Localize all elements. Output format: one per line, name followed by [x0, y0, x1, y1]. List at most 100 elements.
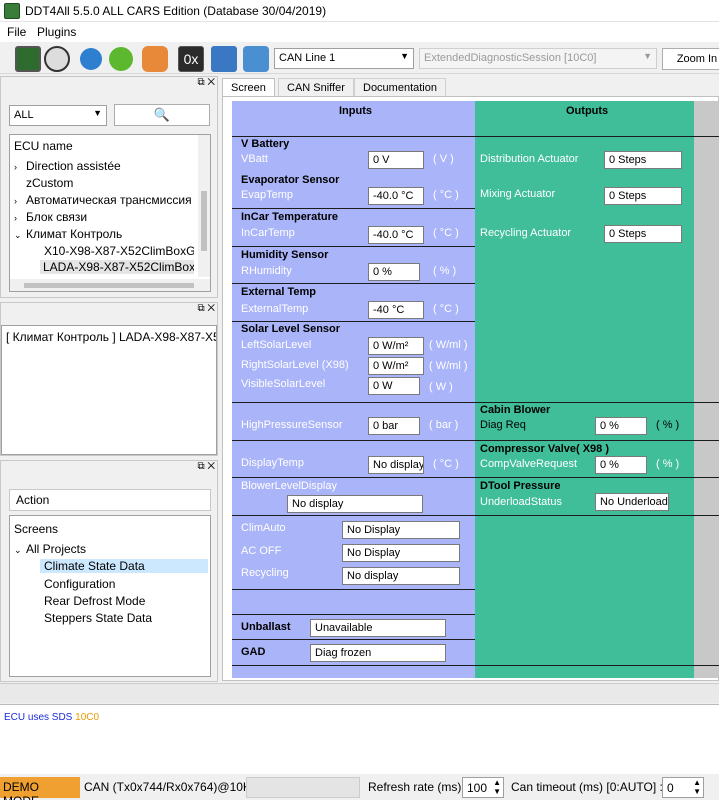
field-label: RightSolarLevel (X98) — [241, 359, 349, 371]
zoom-in-button[interactable]: Zoom In — [662, 48, 719, 70]
dock-controls[interactable]: ⧉ ✕ — [197, 303, 215, 314]
log-panel: ECU uses SDS 10C0 — [0, 704, 719, 774]
log-text: ECU uses SDS — [4, 712, 73, 723]
scan-icon[interactable] — [44, 46, 70, 72]
ecu-item[interactable]: X10-X98-X87-X52ClimBoxG — [44, 244, 194, 258]
ecu-item-selected[interactable]: LADA-X98-X87-X52ClimBox — [40, 260, 194, 274]
field-label: InCarTemp — [241, 227, 295, 239]
divider — [232, 321, 475, 322]
field-label: Recycling — [241, 567, 289, 579]
session-select[interactable]: ExtendedDiagnosticSession [10C0] ▼ — [419, 48, 657, 69]
screens-header: Screens — [14, 522, 59, 536]
ecu-item[interactable]: › Блок связи — [14, 210, 87, 224]
field-unit: ( V ) — [433, 153, 454, 165]
valve-icon[interactable] — [243, 46, 269, 72]
chevron-down-icon: ▼ — [643, 51, 652, 61]
humidity-value: 0 % — [368, 263, 420, 281]
divider — [232, 440, 719, 441]
diagreq-value: 0 % — [595, 417, 647, 435]
divider — [232, 515, 719, 516]
field-unit: ( % ) — [656, 419, 680, 431]
recycling-actuator-value: 0 Steps — [604, 225, 682, 243]
divider — [232, 614, 475, 615]
screen-item[interactable]: Rear Defrost Mode — [44, 594, 145, 608]
field-label: GAD — [241, 646, 266, 658]
screen-item[interactable]: Configuration — [44, 577, 115, 591]
progress-area — [246, 777, 360, 798]
dock-controls[interactable]: ⧉ ✕ — [197, 461, 215, 472]
ecu-item-label: Автоматическая трансмиссия — [26, 193, 192, 207]
hex-icon[interactable]: 0x — [178, 46, 204, 72]
ecu-item[interactable]: › Автоматическая трансмиссия — [14, 193, 192, 207]
vbatt-value: 0 V — [368, 151, 424, 169]
divider — [232, 246, 475, 247]
demo-mode-badge: DEMO MODE — [0, 777, 80, 800]
ecu-item-label: Климат Контроль — [26, 227, 123, 241]
field-label: DisplayTemp — [241, 457, 304, 469]
field-unit: ( % ) — [656, 458, 680, 470]
tab-bar: Screen CAN Sniffer Documentation — [222, 78, 719, 98]
ecu-scrollbar[interactable] — [198, 135, 210, 277]
screen-item[interactable]: Steppers State Data — [44, 611, 152, 625]
field-unit: ( °C ) — [433, 227, 459, 239]
tab-can-sniffer[interactable]: CAN Sniffer — [278, 78, 354, 97]
all-projects-node[interactable]: ⌄ All Projects — [14, 542, 86, 556]
left-solar-value: 0 W/m² — [368, 337, 424, 355]
splitter[interactable] — [0, 683, 719, 703]
outputs-header: Outputs — [566, 105, 609, 117]
field-unit: ( °C ) — [433, 303, 459, 315]
network-icon[interactable] — [211, 46, 237, 72]
ecu-filter-select[interactable]: ALL ▼ — [9, 105, 107, 126]
compvalve-value: 0 % — [595, 456, 647, 474]
highpressure-value: 0 bar — [368, 417, 420, 435]
can-status: CAN (Tx0x744/Rx0x764)@10K — [84, 780, 251, 794]
can-line-select[interactable]: CAN Line 1 ▼ — [274, 48, 414, 69]
ecu-filter-value: ALL — [14, 109, 34, 121]
menu-plugins[interactable]: Plugins — [37, 25, 76, 39]
app-icon — [4, 3, 20, 19]
menu-file[interactable]: File — [7, 25, 26, 39]
search-button[interactable]: 🔍 — [114, 104, 210, 126]
ecu-item[interactable]: zCustom — [26, 176, 73, 190]
monitor-icon[interactable] — [15, 46, 41, 72]
spin-arrows-icon[interactable]: ▲ ▼ — [493, 778, 501, 796]
spin-arrows-icon[interactable]: ▲ ▼ — [693, 778, 701, 796]
ecu-item-label: Direction assistée — [26, 159, 121, 173]
refresh-rate-spinbox[interactable]: 100 ▲ ▼ — [462, 777, 504, 798]
field-label: ClimAuto — [241, 522, 286, 534]
field-label: RHumidity — [241, 265, 292, 277]
field-unit: ( % ) — [433, 265, 457, 277]
chevron-down-icon: ▼ — [93, 108, 102, 118]
field-unit: ( °C ) — [433, 189, 459, 201]
field-label: Unballast — [241, 621, 291, 633]
displaytemp-value: No display — [368, 456, 424, 474]
ecu-hscrollbar[interactable] — [10, 279, 210, 291]
tab-documentation[interactable]: Documentation — [354, 78, 446, 97]
action-header[interactable]: Action — [9, 489, 211, 511]
all-projects-label: All Projects — [26, 542, 87, 556]
info-text: [ Климат Контроль ] LADA-X98-X87-X5 — [6, 330, 216, 344]
sync-icon[interactable] — [109, 47, 133, 71]
tab-screen[interactable]: Screen — [222, 78, 275, 97]
section-title: InCar Temperature — [241, 211, 338, 223]
field-label: Recycling Actuator — [480, 227, 572, 239]
health-icon[interactable] — [142, 46, 168, 72]
ecu-item-label: Блок связи — [26, 210, 88, 224]
ecu-tree: ECU name › Direction assistée zCustom › Ав… — [9, 134, 211, 292]
screens-tree: Screens ⌄ All Projects Climate State Data… — [9, 515, 211, 677]
recycling-value: No display — [342, 567, 460, 585]
log-line: ECU uses SDS 10C0 — [4, 712, 99, 723]
menu-bar: File Plugins — [0, 22, 719, 42]
refresh-icon[interactable] — [80, 48, 102, 70]
timeout-spinbox[interactable]: 0 ▲ ▼ — [662, 777, 704, 798]
unballast-value: Unavailable — [310, 619, 446, 637]
ecu-item[interactable]: › Direction assistée — [14, 159, 121, 173]
screen-item-selected[interactable]: Climate State Data — [40, 559, 208, 573]
field-label: HighPressureSensor — [241, 419, 343, 431]
field-unit: ( W/ml ) — [429, 339, 468, 351]
divider — [232, 283, 475, 284]
dock-controls[interactable]: ⧉ ✕ — [197, 77, 215, 88]
ecu-item[interactable]: ⌄ Климат Контроль — [14, 227, 122, 241]
climauto-value: No Display — [342, 521, 460, 539]
refresh-label: Refresh rate (ms): — [368, 780, 465, 794]
